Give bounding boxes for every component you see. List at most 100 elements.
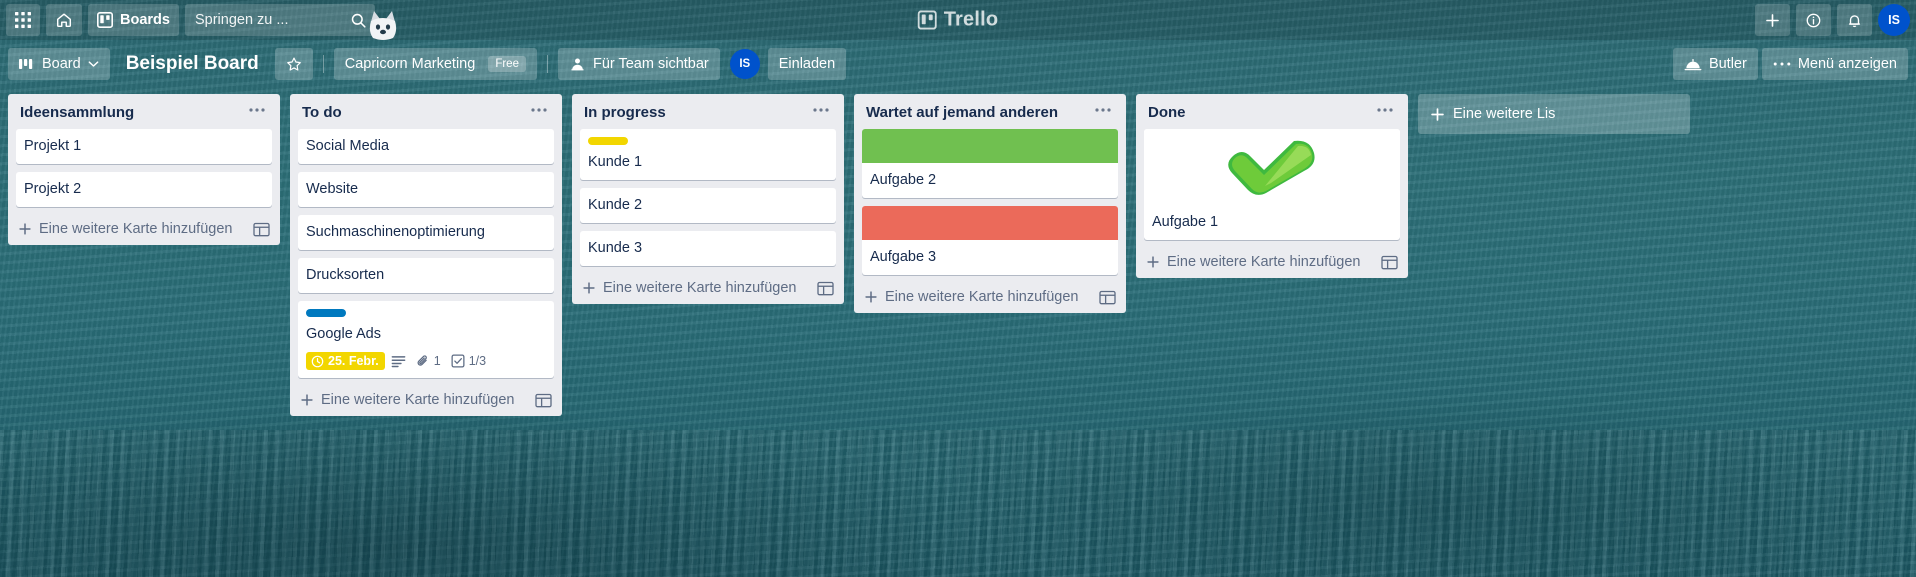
grid-apps-icon (15, 12, 31, 28)
card[interactable]: Projekt 1 (16, 129, 272, 164)
attachment-badge: 1 (414, 352, 445, 370)
card-cover-image (1144, 129, 1400, 205)
card-template-icon[interactable] (1381, 255, 1398, 270)
card[interactable]: Aufgabe 2 (862, 129, 1118, 198)
plus-icon (1146, 255, 1160, 269)
card-template-icon[interactable] (253, 222, 270, 237)
plus-icon (18, 222, 32, 236)
show-menu-button[interactable]: Menü anzeigen (1761, 48, 1908, 80)
add-card-button[interactable]: Eine weitere Karte hinzufügen (8, 215, 280, 241)
card-title: Social Media (306, 138, 390, 154)
board-member-avatar[interactable]: IS (729, 49, 760, 79)
list-5: Done Aufgabe 1 Eine weitere Karte hinzufü… (1136, 94, 1408, 278)
star-icon (286, 56, 302, 72)
card-list: Aufgabe 1 (1136, 129, 1408, 248)
invite-button[interactable]: Einladen (767, 48, 847, 80)
member-initials: IS (739, 58, 751, 70)
card[interactable]: Projekt 2 (16, 172, 272, 207)
card-title: Drucksorten (306, 267, 385, 283)
due-date-label: 25. Febr. (328, 354, 379, 368)
list-actions-ellipsis-icon[interactable] (1088, 106, 1118, 120)
list-header: Wartet auf jemand anderen (854, 94, 1126, 129)
list-header: In progress (572, 94, 844, 129)
card-title: Aufgabe 1 (1152, 214, 1219, 230)
home-icon (55, 11, 73, 29)
card-label[interactable] (306, 309, 346, 317)
show-menu-label: Menü anzeigen (1797, 56, 1897, 72)
board-visibility-button[interactable]: Für Team sichtbar (557, 48, 720, 80)
card[interactable]: Aufgabe 3 (862, 206, 1118, 275)
search-icon (350, 12, 367, 29)
plus-icon (300, 393, 314, 407)
apps-grid-button[interactable] (6, 4, 40, 36)
card[interactable]: Suchmaschinenoptimierung (298, 215, 554, 250)
add-card-button[interactable]: Eine weitere Karte hinzufügen (1136, 248, 1408, 274)
paperclip-icon (416, 354, 430, 368)
list-title[interactable]: Done (1148, 104, 1364, 121)
user-avatar[interactable]: IS (1878, 4, 1910, 36)
add-card-button[interactable]: Eine weitere Karte hinzufügen (854, 283, 1126, 309)
plus-icon (582, 281, 596, 295)
list-actions-ellipsis-icon[interactable] (806, 106, 836, 120)
board-view-switcher[interactable]: Board (8, 48, 110, 80)
card-template-icon[interactable] (535, 393, 552, 408)
team-name-button[interactable]: Capricorn Marketing Free (333, 48, 537, 80)
boards-button[interactable]: Boards (88, 4, 179, 36)
plus-icon (864, 290, 878, 304)
info-button[interactable] (1796, 4, 1831, 36)
card-label[interactable] (588, 137, 628, 145)
list-title[interactable]: Wartet auf jemand anderen (866, 104, 1082, 121)
card[interactable]: Kunde 3 (580, 231, 836, 266)
trello-logo-text: Trello (943, 8, 999, 31)
list-header: Done (1136, 94, 1408, 129)
card[interactable]: Social Media (298, 129, 554, 164)
home-button[interactable] (46, 4, 82, 36)
add-card-button[interactable]: Eine weitere Karte hinzufügen (572, 274, 844, 300)
due-date-badge[interactable]: 25. Febr. (306, 352, 385, 370)
card[interactable]: Google Ads 25. Febr. 1 1/3 (298, 301, 554, 378)
add-card-label: Eine weitere Karte hinzufügen (39, 221, 233, 237)
boards-label: Boards (120, 12, 170, 28)
board-title[interactable]: Beispiel Board (114, 48, 271, 80)
green-checkmark-image (1144, 129, 1400, 205)
list-title[interactable]: To do (302, 104, 518, 121)
card-template-icon[interactable] (817, 281, 834, 296)
card[interactable]: Aufgabe 1 (1144, 129, 1400, 240)
card-template-icon[interactable] (1099, 290, 1116, 305)
card-list: Social Media Website Suchmaschinenoptimier… (290, 129, 562, 386)
card[interactable]: Drucksorten (298, 258, 554, 293)
plus-icon (1764, 12, 1781, 29)
list-title[interactable]: Ideensammlung (20, 104, 236, 121)
add-card-button[interactable]: Eine weitere Karte hinzufügen (290, 386, 562, 412)
checklist-icon (451, 354, 465, 368)
list-title[interactable]: In progress (584, 104, 800, 121)
card-badges: 25. Febr. 1 1/3 (298, 352, 554, 378)
board-view-label: Board (42, 56, 81, 72)
attachment-count: 1 (433, 354, 441, 368)
add-button[interactable] (1755, 4, 1790, 36)
list-actions-ellipsis-icon[interactable] (242, 106, 272, 120)
card-title: Aufgabe 2 (870, 172, 937, 188)
add-list-button[interactable]: Eine weitere Lis (1418, 94, 1690, 134)
search-placeholder: Springen zu ... (194, 12, 289, 28)
card[interactable]: Kunde 1 (580, 129, 836, 180)
list-actions-ellipsis-icon[interactable] (1370, 106, 1400, 120)
plus-icon (1430, 107, 1445, 122)
card-title: Projekt 1 (24, 138, 82, 154)
butler-button[interactable]: Butler (1672, 48, 1758, 80)
board-columns-icon (19, 58, 35, 70)
card[interactable]: Website (298, 172, 554, 207)
board-header: Board Beispiel Board Capricorn Marketing… (0, 40, 1916, 88)
header-divider (546, 55, 548, 73)
add-card-label: Eine weitere Karte hinzufügen (603, 280, 797, 296)
trello-logo[interactable]: Trello (917, 8, 999, 32)
card[interactable]: Kunde 2 (580, 188, 836, 223)
search-input[interactable]: Springen zu ... (184, 4, 375, 36)
list-actions-ellipsis-icon[interactable] (524, 106, 554, 120)
invite-label: Einladen (778, 56, 836, 72)
card-title: Kunde 3 (588, 240, 643, 256)
board-visibility-label: Für Team sichtbar (592, 56, 709, 72)
description-icon (391, 355, 406, 368)
notifications-button[interactable] (1837, 4, 1872, 36)
star-board-button[interactable] (274, 48, 313, 80)
